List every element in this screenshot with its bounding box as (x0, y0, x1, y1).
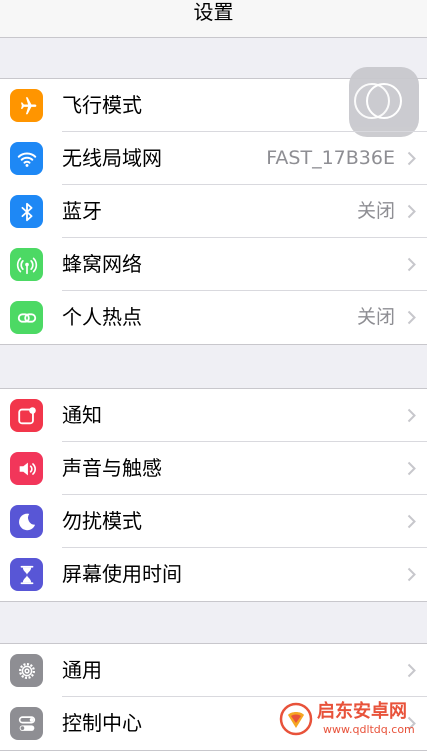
hourglass-icon (10, 558, 43, 591)
watermark-logo-icon (279, 702, 313, 736)
toggle-knob (366, 83, 402, 119)
settings-row-label: 蜂窝网络 (62, 252, 142, 276)
hotspot-status: 关闭 (356, 306, 395, 328)
switches-icon (10, 707, 43, 740)
settings-row-label: 无线局域网 (62, 146, 162, 170)
cellular-antenna-icon (10, 248, 43, 281)
settings-row-label: 声音与触感 (62, 456, 162, 480)
settings-group-connectivity: 飞行模式 无线局域网 FAST_17B36E 蓝牙 关闭 蜂窝网络 个人热点 关… (0, 67, 427, 345)
moon-icon (10, 505, 43, 538)
settings-group-notifications: 通知 声音与触感 勿扰模式 屏幕使用时间 (0, 388, 427, 602)
settings-row-airplane-mode[interactable]: 飞行模式 (0, 67, 427, 137)
site-watermark: 启东安卓网 www.qdltdq.com (279, 700, 421, 740)
wifi-network-name: FAST_17B36E (266, 147, 395, 169)
settings-row-label: 通知 (62, 403, 102, 427)
navigation-bar: 设置 (0, 0, 427, 38)
settings-row-bluetooth[interactable]: 蓝牙 关闭 (0, 185, 427, 238)
settings-row-personal-hotspot[interactable]: 个人热点 关闭 (0, 291, 427, 344)
chevron-right-icon (407, 310, 416, 325)
settings-row-label: 飞行模式 (62, 93, 142, 117)
settings-row-cellular[interactable]: 蜂窝网络 (0, 238, 427, 291)
settings-row-label: 个人热点 (62, 305, 142, 329)
airplane-mode-toggle[interactable] (349, 67, 419, 137)
settings-row-general[interactable]: 通用 (0, 644, 427, 697)
gear-icon (10, 654, 43, 687)
chevron-right-icon (407, 151, 416, 166)
settings-row-label: 通用 (62, 658, 102, 682)
settings-row-do-not-disturb[interactable]: 勿扰模式 (0, 495, 427, 548)
page-title: 设置 (193, 0, 234, 24)
settings-row-notifications[interactable]: 通知 (0, 389, 427, 442)
settings-row-wifi[interactable]: 无线局域网 FAST_17B36E (0, 132, 427, 185)
speaker-icon (10, 452, 43, 485)
chevron-right-icon (407, 257, 416, 272)
settings-row-label: 蓝牙 (62, 199, 102, 223)
chevron-right-icon (407, 204, 416, 219)
bluetooth-icon (10, 195, 43, 228)
watermark-site-name: 启东安卓网 (317, 701, 407, 722)
watermark-url: www.qdltdq.com (323, 723, 415, 736)
wifi-icon (10, 142, 43, 175)
hotspot-link-icon (10, 301, 43, 334)
chevron-right-icon (407, 514, 416, 529)
settings-row-label: 勿扰模式 (62, 509, 142, 533)
airplane-icon (10, 89, 43, 122)
notification-badge-icon (10, 399, 43, 432)
chevron-right-icon (407, 461, 416, 476)
settings-row-screen-time[interactable]: 屏幕使用时间 (0, 548, 427, 601)
bluetooth-status: 关闭 (356, 200, 395, 222)
settings-row-label: 控制中心 (62, 711, 142, 735)
chevron-right-icon (407, 408, 416, 423)
settings-row-label: 屏幕使用时间 (62, 562, 182, 586)
settings-row-sounds-haptics[interactable]: 声音与触感 (0, 442, 427, 495)
chevron-right-icon (407, 663, 416, 678)
chevron-right-icon (407, 567, 416, 582)
